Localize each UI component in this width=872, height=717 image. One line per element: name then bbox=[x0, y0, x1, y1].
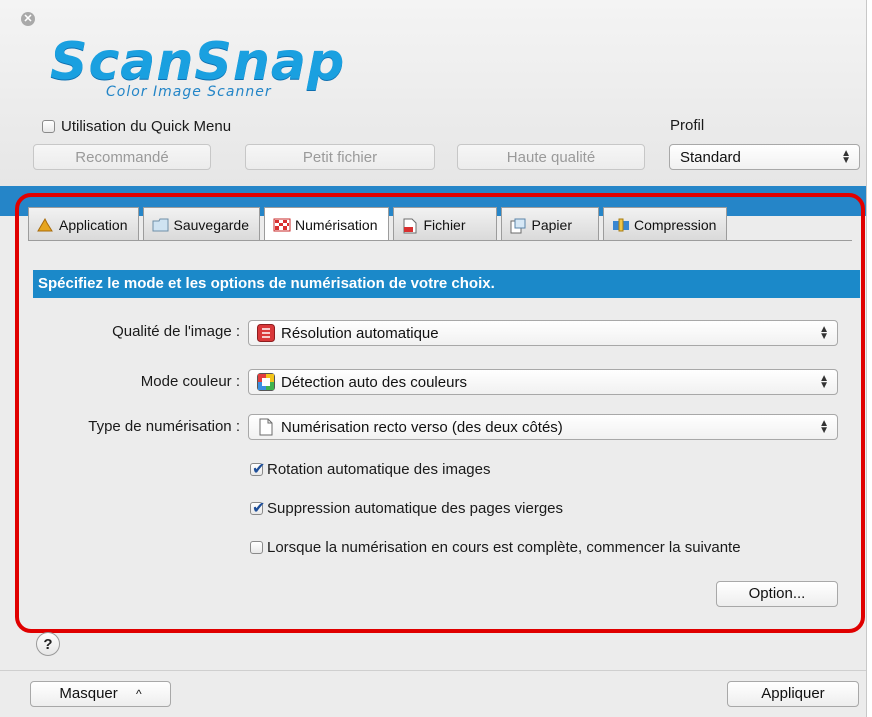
file-icon bbox=[402, 218, 418, 233]
tab-compression-label: Compression bbox=[633, 216, 717, 233]
image-quality-label: Qualité de l'image : bbox=[112, 323, 240, 340]
apply-button[interactable]: Appliquer bbox=[727, 681, 859, 707]
hide-button-label: Masquer bbox=[59, 685, 118, 702]
profile-label: Profil bbox=[670, 117, 705, 134]
image-quality-value: Résolution automatique bbox=[281, 324, 439, 342]
scan-type-select[interactable]: Numérisation recto verso (des deux côtés… bbox=[248, 414, 838, 440]
help-icon[interactable]: ? bbox=[36, 632, 60, 656]
footer-divider bbox=[0, 670, 866, 671]
tab-fichier-label: Fichier bbox=[423, 216, 466, 233]
quick-menu-checkbox-row[interactable]: Utilisation du Quick Menu bbox=[42, 118, 231, 135]
blank-page-removal-checkbox[interactable] bbox=[250, 498, 265, 517]
duplex-page-icon bbox=[257, 418, 275, 436]
tab-fichier[interactable]: Fichier bbox=[392, 207, 497, 241]
hide-button[interactable]: Masquer ^ bbox=[30, 681, 171, 707]
tab-sauvegarde-label: Sauvegarde bbox=[173, 216, 250, 233]
option-button[interactable]: Option... bbox=[716, 581, 838, 607]
scan-type-label: Type de numérisation : bbox=[88, 418, 240, 435]
select-arrows-icon: ▲ ▼ bbox=[819, 418, 829, 436]
folder-icon bbox=[152, 218, 168, 232]
paper-icon bbox=[510, 218, 526, 233]
settings-tabs: Application Sauvegarde Numérisation Fich… bbox=[28, 207, 731, 241]
continuous-scan-option[interactable]: Lorsque la numérisation en cours est com… bbox=[250, 539, 741, 556]
instruction-banner: Spécifiez le mode et les options de numé… bbox=[33, 270, 860, 298]
tab-application-label: Application bbox=[59, 216, 128, 233]
continuous-scan-checkbox[interactable] bbox=[250, 541, 263, 554]
application-icon bbox=[37, 217, 53, 232]
compression-icon bbox=[612, 218, 629, 232]
auto-rotation-label: Rotation automatique des images bbox=[267, 461, 491, 478]
tab-application[interactable]: Application bbox=[28, 207, 139, 241]
recommended-button[interactable]: Recommandé bbox=[33, 144, 211, 170]
auto-rotation-option[interactable]: Rotation automatique des images bbox=[250, 459, 491, 478]
select-arrows-icon: ▲ ▼ bbox=[819, 373, 829, 391]
logo-sub-text: Color Image Scanner bbox=[106, 84, 272, 100]
high-quality-button[interactable]: Haute qualité bbox=[457, 144, 645, 170]
tab-numerisation[interactable]: Numérisation bbox=[264, 207, 389, 241]
chevron-up-icon: ^ bbox=[135, 687, 142, 701]
quick-menu-label: Utilisation du Quick Menu bbox=[61, 118, 232, 135]
tab-compression[interactable]: Compression bbox=[602, 207, 728, 241]
auto-resolution-icon bbox=[257, 324, 275, 342]
tab-papier[interactable]: Papier bbox=[500, 207, 599, 241]
blank-page-removal-label: Suppression automatique des pages vierge… bbox=[267, 500, 564, 517]
continuous-scan-label: Lorsque la numérisation en cours est com… bbox=[267, 539, 741, 556]
scanning-icon bbox=[273, 218, 291, 232]
logo-main-text: ScanSnap bbox=[50, 32, 346, 92]
quick-menu-checkbox[interactable] bbox=[42, 120, 55, 133]
tab-sauvegarde[interactable]: Sauvegarde bbox=[142, 207, 261, 241]
scansnap-settings-window: ✕ ScanSnap Color Image Scanner Utilisati… bbox=[0, 0, 867, 717]
auto-rotation-checkbox[interactable] bbox=[250, 459, 265, 478]
image-quality-select[interactable]: Résolution automatique ▲ ▼ bbox=[248, 320, 838, 346]
close-icon[interactable]: ✕ bbox=[21, 12, 35, 26]
color-mode-label: Mode couleur : bbox=[140, 373, 240, 390]
tab-papier-label: Papier bbox=[531, 216, 572, 233]
blank-page-removal-option[interactable]: Suppression automatique des pages vierge… bbox=[250, 498, 564, 517]
color-mode-value: Détection auto des couleurs bbox=[281, 373, 467, 391]
tab-numerisation-label: Numérisation bbox=[295, 216, 378, 233]
profile-select[interactable]: Standard ▲ ▼ bbox=[669, 144, 860, 170]
auto-color-icon bbox=[257, 373, 275, 391]
select-arrows-icon: ▲ ▼ bbox=[841, 148, 851, 166]
profile-select-value: Standard bbox=[680, 148, 741, 166]
color-mode-select[interactable]: Détection auto des couleurs ▲ ▼ bbox=[248, 369, 838, 395]
select-arrows-icon: ▲ ▼ bbox=[819, 324, 829, 342]
small-file-button[interactable]: Petit fichier bbox=[245, 144, 435, 170]
scansnap-logo: ScanSnap Color Image Scanner bbox=[50, 34, 410, 104]
scan-type-value: Numérisation recto verso (des deux côtés… bbox=[281, 418, 563, 436]
